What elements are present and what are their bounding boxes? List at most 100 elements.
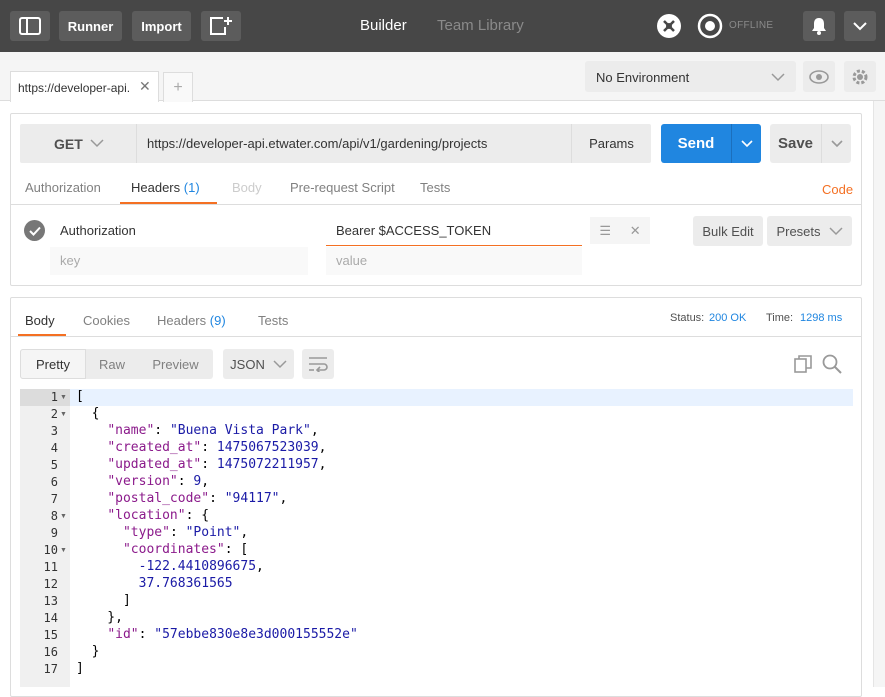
copy-icon[interactable] (794, 355, 812, 376)
delete-icon[interactable]: ✕ (630, 223, 641, 239)
language-select-value: JSON (230, 356, 265, 372)
environment-select[interactable]: No Environment (585, 61, 796, 92)
close-tab-icon[interactable]: ✕ (139, 78, 151, 95)
tab-builder[interactable]: Builder (360, 17, 407, 34)
manage-environments-button[interactable] (844, 61, 876, 92)
language-select[interactable]: JSON (223, 349, 294, 379)
gear-icon (852, 69, 868, 84)
tab-headers[interactable]: Headers (1) (131, 180, 200, 195)
tab-headers-label: Headers (131, 180, 181, 195)
method-select-value: GET (54, 136, 83, 152)
user-menu-button[interactable] (844, 11, 876, 41)
new-header-key-input[interactable] (50, 247, 308, 275)
line-number: 12 (43, 577, 58, 591)
header-key-field[interactable]: Authorization (60, 223, 136, 238)
tab-pre-request-script[interactable]: Pre-request Script (290, 180, 395, 195)
params-button[interactable]: Params (571, 124, 651, 163)
line-number: 5 (50, 458, 58, 472)
tab-team-library[interactable]: Team Library (437, 17, 524, 34)
generate-code-link[interactable]: Code (822, 182, 853, 197)
import-button[interactable]: Import (132, 11, 191, 41)
code-line: "location": { (107, 508, 210, 523)
tab-body[interactable]: Body (232, 180, 262, 195)
wrap-lines-button[interactable] (302, 349, 334, 379)
url-input[interactable]: https://developer-api.etwater.com/api/v1… (137, 124, 571, 163)
chevron-down-icon (830, 139, 843, 147)
format-preview-button[interactable]: Preview (138, 349, 213, 379)
fold-arrow-icon[interactable]: ▼ (60, 394, 67, 401)
line-number: 2 (50, 407, 58, 421)
line-number: 3 (50, 424, 58, 438)
sync-status-button[interactable] (696, 11, 724, 41)
divider (10, 336, 862, 337)
bulk-edit-button[interactable]: Bulk Edit (693, 216, 763, 246)
reorder-icon[interactable]: ☰ (599, 223, 611, 239)
environment-quick-look-button[interactable] (803, 61, 835, 92)
code-line: "postal_code": "94117", (107, 491, 288, 506)
runner-button[interactable]: Runner (59, 11, 122, 41)
code-line: ] (76, 661, 84, 676)
new-window-icon (210, 17, 232, 35)
request-tab[interactable]: https://developer-api. ✕ (10, 71, 159, 102)
page-scrollbar[interactable] (873, 101, 885, 687)
line-number: 11 (43, 560, 58, 574)
code-line: [ (76, 389, 84, 404)
value-placeholder: value (336, 253, 368, 268)
tab-response-tests[interactable]: Tests (258, 313, 288, 328)
offline-status-label: OFFLINE (729, 20, 774, 31)
presets-button[interactable]: Presets (767, 216, 852, 246)
code-line: "id": "57ebbe830e8e3d000155552e" (107, 627, 358, 642)
chevron-down-icon (771, 73, 785, 82)
eye-icon (809, 69, 829, 84)
chevron-down-icon (829, 226, 843, 235)
code-line: }, (76, 610, 123, 625)
code-line: "updated_at": 1475072211957, (107, 457, 327, 472)
status-value: 200 OK (709, 312, 747, 324)
format-raw-button[interactable]: Raw (86, 349, 138, 379)
response-headers-count-badge: (9) (209, 313, 226, 328)
key-placeholder: key (60, 253, 81, 268)
tab-tests[interactable]: Tests (420, 180, 450, 195)
line-number: 16 (43, 645, 58, 659)
tab-response-cookies[interactable]: Cookies (83, 313, 130, 328)
line-number: 7 (50, 492, 58, 506)
code-line: { (76, 406, 100, 421)
method-select[interactable]: GET (20, 124, 137, 163)
fold-arrow-icon[interactable]: ▼ (60, 513, 67, 520)
send-button[interactable]: Send (661, 124, 731, 163)
add-tab-button[interactable]: + (163, 72, 193, 102)
check-icon (28, 226, 41, 236)
tab-authorization[interactable]: Authorization (25, 180, 101, 195)
format-pretty-button[interactable]: Pretty (20, 349, 86, 379)
tab-response-headers[interactable]: Headers (9) (157, 313, 226, 328)
chevron-down-icon (273, 359, 287, 368)
new-window-button[interactable] (201, 11, 241, 41)
line-number: 15 (43, 628, 58, 642)
notifications-button[interactable] (803, 11, 835, 41)
environment-select-value: No Environment (596, 70, 690, 85)
divider (10, 204, 862, 205)
save-button[interactable]: Save (770, 124, 821, 163)
interceptor-button[interactable] (654, 11, 684, 41)
send-options-button[interactable] (731, 124, 761, 163)
header-enabled-checkbox[interactable] (24, 220, 45, 241)
header-value-field[interactable]: Bearer $ACCESS_TOKEN (336, 223, 491, 238)
code-line: -122.4410896675, (138, 559, 264, 574)
sidebar-toggle-button[interactable] (10, 11, 50, 41)
fold-arrow-icon[interactable]: ▼ (60, 411, 67, 418)
wrap-lines-icon (309, 357, 328, 372)
line-number: 4 (50, 441, 58, 455)
search-icon[interactable] (822, 354, 842, 377)
tab-response-body[interactable]: Body (25, 313, 55, 328)
status-label: Status: (670, 312, 705, 324)
line-number: 14 (43, 611, 58, 625)
line-number: 9 (50, 526, 58, 540)
code-line: 37.768361565 (138, 576, 233, 591)
presets-label: Presets (776, 223, 821, 239)
time-label: Time: (766, 312, 794, 324)
fold-arrow-icon[interactable]: ▼ (60, 547, 67, 554)
tab-response-headers-label: Headers (157, 313, 207, 328)
save-options-button[interactable] (821, 124, 851, 163)
line-number: 6 (50, 475, 58, 489)
line-number: 10 (43, 543, 58, 557)
